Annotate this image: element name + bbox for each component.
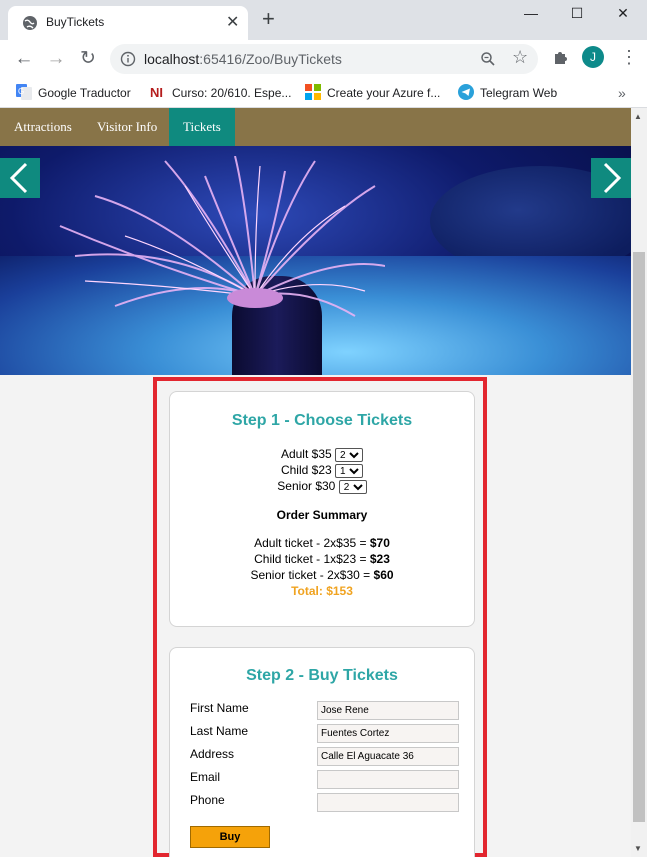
last-name-input[interactable] xyxy=(317,724,459,743)
summary-amount: $70 xyxy=(369,536,390,550)
anemone-illustration xyxy=(59,156,385,317)
order-summary-title: Order Summary xyxy=(276,508,368,522)
telegram-icon xyxy=(458,84,474,100)
menu-kebab-icon[interactable]: ⋮ xyxy=(620,46,638,68)
ni-icon: NI xyxy=(150,85,163,100)
ticket-form-highlight: Step 1 - Choose Tickets Adult $35 2 Chil… xyxy=(153,377,487,857)
new-tab-button[interactable]: + xyxy=(262,8,275,30)
summary-line-senior: Senior ticket - 2x$30 = $60 xyxy=(170,568,474,582)
summary-text: Adult ticket - 2x$35 = xyxy=(254,536,370,550)
bookmark-star-icon[interactable]: ☆ xyxy=(512,47,528,68)
page-viewport: Attractions Visitor Info Tickets Step 1 … xyxy=(0,108,631,857)
step1-title: Step 1 - Choose Tickets xyxy=(231,412,413,429)
minimize-button[interactable]: — xyxy=(508,2,554,28)
info-icon[interactable] xyxy=(120,51,136,67)
globe-icon xyxy=(23,16,37,30)
phone-input[interactable] xyxy=(317,793,459,812)
senior-quantity-select[interactable]: 2 xyxy=(338,480,367,494)
nav-visitor-info[interactable]: Visitor Info xyxy=(83,108,171,146)
first-name-input[interactable] xyxy=(317,701,459,720)
address-bar[interactable]: localhost:65416/Zoo/BuyTickets ☆ xyxy=(110,44,538,74)
summary-line-adult: Adult ticket - 2x$35 = $70 xyxy=(170,536,474,550)
svg-text:NI: NI xyxy=(150,85,163,100)
bookmark-telegram[interactable]: Telegram Web xyxy=(458,82,557,104)
step1-card: Step 1 - Choose Tickets Adult $35 2 Chil… xyxy=(169,391,475,627)
email-input[interactable] xyxy=(317,770,459,789)
address-input[interactable] xyxy=(317,747,459,766)
carousel-next-button[interactable] xyxy=(591,158,631,198)
last-name-label: Last Name xyxy=(190,724,249,738)
summary-text: Senior ticket - 2x$30 = xyxy=(250,568,374,582)
page-scrollbar[interactable]: ▲ ▼ xyxy=(631,108,647,857)
carousel-prev-button[interactable] xyxy=(0,158,40,198)
ticket-row-senior: Senior $30 2 xyxy=(170,479,474,495)
chevron-right-icon xyxy=(603,162,622,194)
ticket-price: $23 xyxy=(311,463,332,477)
ticket-price: $30 xyxy=(315,479,336,493)
window-close-button[interactable]: ✕ xyxy=(600,2,646,28)
maximize-button[interactable]: ☐ xyxy=(554,2,600,28)
bookmark-label: Google Traductor xyxy=(38,86,131,100)
order-total: Total: $153 xyxy=(291,584,353,598)
forward-arrow-icon[interactable]: → xyxy=(44,47,68,71)
ticket-row-adult: Adult $35 2 xyxy=(170,447,474,463)
step2-card: Step 2 - Buy Tickets First Name Last Nam… xyxy=(169,647,475,857)
url-text[interactable]: localhost:65416/Zoo/BuyTickets xyxy=(144,51,342,67)
extensions-puzzle-icon[interactable] xyxy=(552,48,570,66)
scroll-up-arrow-icon[interactable]: ▲ xyxy=(634,112,642,121)
scroll-down-arrow-icon[interactable]: ▼ xyxy=(634,844,642,853)
bookmarks-more-icon[interactable]: » xyxy=(618,82,626,104)
ticket-label: Adult xyxy=(280,447,309,461)
url-host: localhost xyxy=(144,51,200,67)
browser-toolbar: ← → ↻ localhost:65416/Zoo/BuyTickets ☆ xyxy=(0,40,647,78)
reload-icon[interactable]: ↻ xyxy=(76,47,100,71)
address-label: Address xyxy=(190,747,235,761)
bookmark-azure[interactable]: Create your Azure f... xyxy=(305,82,440,104)
browser-titlebar: BuyTickets ✕ + — ☐ ✕ xyxy=(0,0,647,40)
bookmark-label: Curso: 20/610. Espe... xyxy=(172,86,292,100)
site-nav: Attractions Visitor Info Tickets xyxy=(0,108,631,146)
bookmark-curso[interactable]: NI Curso: 20/610. Espe... xyxy=(150,82,291,104)
microsoft-icon xyxy=(305,84,321,100)
nav-attractions[interactable]: Attractions xyxy=(0,108,86,146)
tab-title: BuyTickets xyxy=(46,15,105,29)
summary-amount: $60 xyxy=(373,568,394,582)
ticket-row-child: Child $23 1 xyxy=(170,463,474,479)
adult-quantity-select[interactable]: 2 xyxy=(335,448,364,462)
profile-avatar[interactable]: J xyxy=(582,46,604,68)
scroll-thumb[interactable] xyxy=(633,252,645,822)
step2-title: Step 2 - Buy Tickets xyxy=(246,667,398,684)
first-name-label: First Name xyxy=(190,701,249,715)
back-arrow-icon[interactable]: ← xyxy=(12,47,36,71)
child-quantity-select[interactable]: 1 xyxy=(335,464,364,478)
hero-carousel-image xyxy=(0,146,631,375)
svg-text:G: G xyxy=(18,87,24,96)
bookmark-label: Telegram Web xyxy=(480,86,558,100)
ticket-price: $35 xyxy=(311,447,332,461)
bookmark-google-traductor[interactable]: G Google Traductor xyxy=(16,82,131,104)
url-path: :65416/Zoo/BuyTickets xyxy=(199,51,342,67)
buy-button[interactable]: Buy xyxy=(190,826,270,848)
nav-tickets[interactable]: Tickets xyxy=(169,108,235,146)
email-label: Email xyxy=(190,770,221,784)
summary-amount: $23 xyxy=(369,552,390,566)
bookmark-label: Create your Azure f... xyxy=(327,86,441,100)
ticket-label: Senior xyxy=(277,479,312,493)
browser-tab[interactable]: BuyTickets ✕ xyxy=(8,6,248,40)
phone-label: Phone xyxy=(190,793,225,807)
ticket-label: Child xyxy=(280,463,309,477)
summary-text: Child ticket - 1x$23 = xyxy=(254,552,370,566)
zoom-icon[interactable] xyxy=(480,51,496,67)
tab-close-icon[interactable]: ✕ xyxy=(226,12,239,32)
google-translate-icon: G xyxy=(16,84,32,100)
summary-line-child: Child ticket - 1x$23 = $23 xyxy=(170,552,474,566)
bookmarks-bar: G Google Traductor NI Curso: 20/610. Esp… xyxy=(0,78,647,108)
chevron-left-icon xyxy=(9,162,28,194)
